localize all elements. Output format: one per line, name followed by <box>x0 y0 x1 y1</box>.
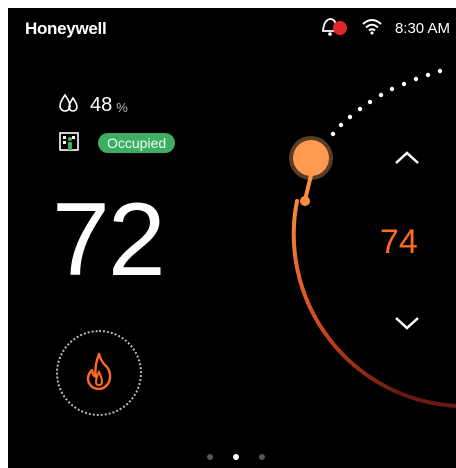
chevron-up-icon <box>394 150 420 170</box>
setpoint-temperature: 74 <box>380 223 418 261</box>
thermostat-screen: Honeywell 8:30 AM 48 % Occupied 72 74 <box>8 8 456 468</box>
page-indicator <box>207 454 265 460</box>
setpoint-up-button[interactable] <box>391 149 423 171</box>
page-dot[interactable] <box>207 454 213 460</box>
setpoint-down-button[interactable] <box>391 314 423 336</box>
page-dot[interactable] <box>259 454 265 460</box>
dial-tick-dots <box>330 68 443 137</box>
setpoint-arc <box>291 199 456 408</box>
page-dot-active[interactable] <box>233 454 239 460</box>
dial-handle-base <box>300 196 310 206</box>
chevron-down-icon <box>394 316 420 335</box>
dial-handle[interactable] <box>293 140 329 176</box>
